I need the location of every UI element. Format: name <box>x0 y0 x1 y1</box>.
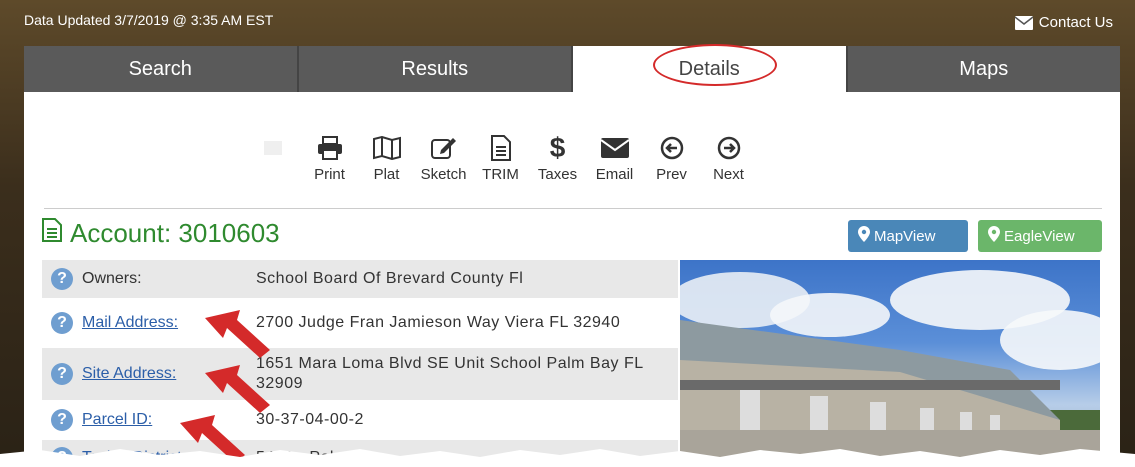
school-building-image <box>680 270 1100 467</box>
arrow-right-circle-icon <box>717 132 741 164</box>
printer-icon <box>317 132 343 164</box>
top-bar: Data Updated 3/7/2019 @ 3:35 AM EST Cont… <box>0 0 1135 46</box>
tab-results-label: Results <box>401 57 469 80</box>
detail-value: School Board Of Brevard County Fl <box>256 270 524 287</box>
red-highlight-circle <box>652 43 777 86</box>
detail-label: Owners: <box>82 270 142 287</box>
trim-button[interactable]: TRIM <box>472 132 529 183</box>
help-icon[interactable]: ? <box>51 268 73 290</box>
plat-button[interactable]: Plat <box>358 132 415 183</box>
sketch-button[interactable]: Sketch <box>415 132 472 183</box>
next-button[interactable]: Next <box>700 132 757 183</box>
help-icon[interactable]: ? <box>51 312 73 334</box>
help-icon[interactable]: ? <box>51 409 73 431</box>
next-label: Next <box>713 166 744 183</box>
detail-value: 1651 Mara Loma Blvd SE Unit School Palm … <box>256 355 644 392</box>
print-label: Print <box>314 166 345 183</box>
document-icon <box>42 218 62 249</box>
map-icon <box>372 132 401 164</box>
document-icon <box>490 132 511 164</box>
contact-us-link[interactable]: Contact Us <box>1014 14 1113 31</box>
email-button[interactable]: Email <box>586 132 643 183</box>
tab-results[interactable]: Results <box>298 46 573 92</box>
detail-value: 30-37-04-00-2 <box>256 411 364 428</box>
sketch-label: Sketch <box>420 166 467 183</box>
prev-button[interactable]: Prev <box>643 132 700 183</box>
eagleview-button[interactable]: EagleView <box>978 220 1102 252</box>
print-button[interactable]: Print <box>301 132 358 183</box>
red-arrow-annotation <box>205 310 270 358</box>
dollar-icon: $ <box>549 132 566 163</box>
detail-row-parcel-id: ? Parcel ID: 30-37-04-00-2 <box>42 400 678 440</box>
account-title: Account: 3010603 <box>70 218 280 248</box>
help-icon[interactable]: ? <box>51 363 73 385</box>
mapview-button[interactable]: MapView <box>848 220 968 252</box>
edit-icon <box>430 132 457 164</box>
detail-value: 2700 Judge Fran Jamieson Way Viera FL 32… <box>256 314 621 331</box>
taxes-button[interactable]: $ Taxes <box>529 132 586 183</box>
tab-details-label-wrap: Details <box>652 43 777 86</box>
envelope-icon <box>600 132 629 164</box>
property-details: ? Owners: School Board Of Brevard County… <box>42 260 678 467</box>
map-marker-icon <box>858 226 870 246</box>
toolbar: Print Plat Sketch TRIM $ Taxes Email Pre… <box>244 132 757 183</box>
toolbar-divider <box>44 208 1102 209</box>
main-tabs: Search Results Details Maps <box>24 43 1120 92</box>
detail-row-mail-address: ? Mail Address: 2700 Judge Fran Jamieson… <box>42 298 678 348</box>
tab-maps[interactable]: Maps <box>847 46 1120 92</box>
detail-row-site-address: ? Site Address: 1651 Mara Loma Blvd SE U… <box>42 348 678 400</box>
faded-tool <box>244 132 301 183</box>
mapview-label: MapView <box>874 227 936 245</box>
torn-edge <box>0 449 1135 467</box>
property-photo <box>680 260 1100 467</box>
plat-label: Plat <box>373 166 400 183</box>
tab-search[interactable]: Search <box>24 46 299 92</box>
detail-row-owners: ? Owners: School Board Of Brevard County… <box>42 260 678 298</box>
tab-details[interactable]: Details <box>573 43 848 92</box>
account-header: Account: 3010603 <box>42 218 280 249</box>
contact-us-label: Contact Us <box>1038 14 1113 31</box>
trim-label: TRIM <box>482 166 519 183</box>
email-label: Email <box>595 166 634 183</box>
taxes-label: Taxes <box>537 166 578 183</box>
prev-label: Prev <box>656 166 687 183</box>
tab-maps-label: Maps <box>959 57 1009 80</box>
map-marker-icon <box>988 226 1000 246</box>
tab-search-label: Search <box>128 57 192 80</box>
arrow-left-circle-icon <box>660 132 684 164</box>
data-updated-text: Data Updated 3/7/2019 @ 3:35 AM EST <box>24 12 274 28</box>
eagleview-label: EagleView <box>1004 227 1075 245</box>
envelope-icon <box>1014 15 1033 30</box>
